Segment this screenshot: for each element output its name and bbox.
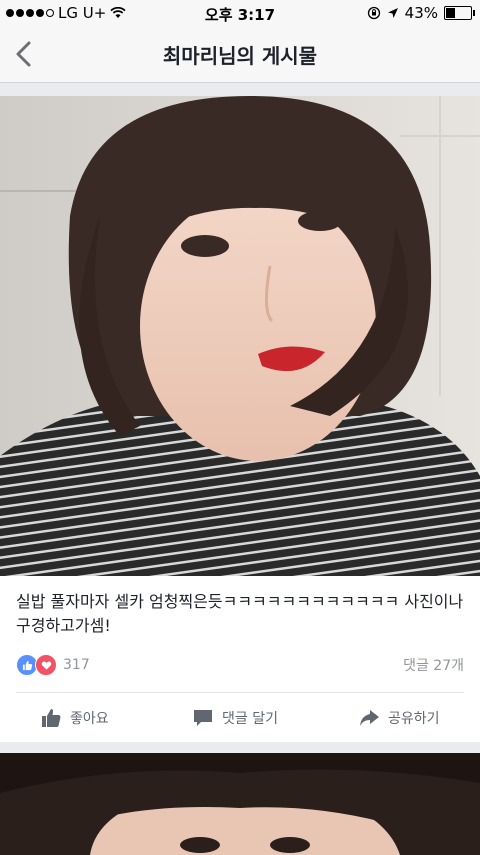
page-title: 최마리님의 게시물: [162, 44, 318, 68]
post-actions: 좋아요 댓글 달기 공유하기: [0, 696, 480, 740]
comment-label: 댓글 달기: [222, 711, 278, 727]
next-post-card: [0, 753, 480, 855]
comment-icon: [194, 710, 212, 726]
status-bar: LG U+ 오후 3:17 43%: [0, 0, 480, 26]
status-right: 43%: [367, 4, 475, 22]
post-card: 실밥 풀자마자 셀카 엄청찍은듯ㅋㅋㅋㅋㅋㅋㅋㅋㅋㅋㅋㅋ 사진이나 구경하고가셈…: [0, 96, 480, 742]
love-reaction-icon: [35, 654, 57, 676]
location-arrow-icon: [387, 8, 398, 18]
post-photo[interactable]: [0, 96, 480, 576]
thumbs-up-icon: [42, 709, 61, 727]
comment-count[interactable]: 댓글 27개: [403, 655, 464, 675]
comment-button[interactable]: 댓글 달기: [192, 696, 278, 740]
share-button[interactable]: 공유하기: [358, 696, 440, 740]
battery-percent: 43%: [404, 4, 438, 22]
divider: [16, 692, 464, 693]
nav-bar: 최마리님의 게시물: [0, 26, 480, 83]
post-text: 실밥 풀자마자 셀카 엄청찍은듯ㅋㅋㅋㅋㅋㅋㅋㅋㅋㅋㅋㅋ 사진이나 구경하고가셈…: [16, 592, 464, 635]
reaction-summary[interactable]: 317: [16, 654, 90, 676]
share-icon: [360, 710, 379, 726]
post-photo-image: [0, 96, 480, 576]
reaction-count: 317: [63, 657, 90, 673]
share-label: 공유하기: [388, 711, 440, 727]
like-label: 좋아요: [70, 711, 109, 727]
next-post-photo-image: [0, 753, 480, 855]
battery-icon: [444, 6, 475, 20]
next-post-photo[interactable]: [0, 753, 480, 855]
like-button[interactable]: 좋아요: [40, 696, 109, 740]
lock-rotation-icon: [367, 6, 380, 20]
